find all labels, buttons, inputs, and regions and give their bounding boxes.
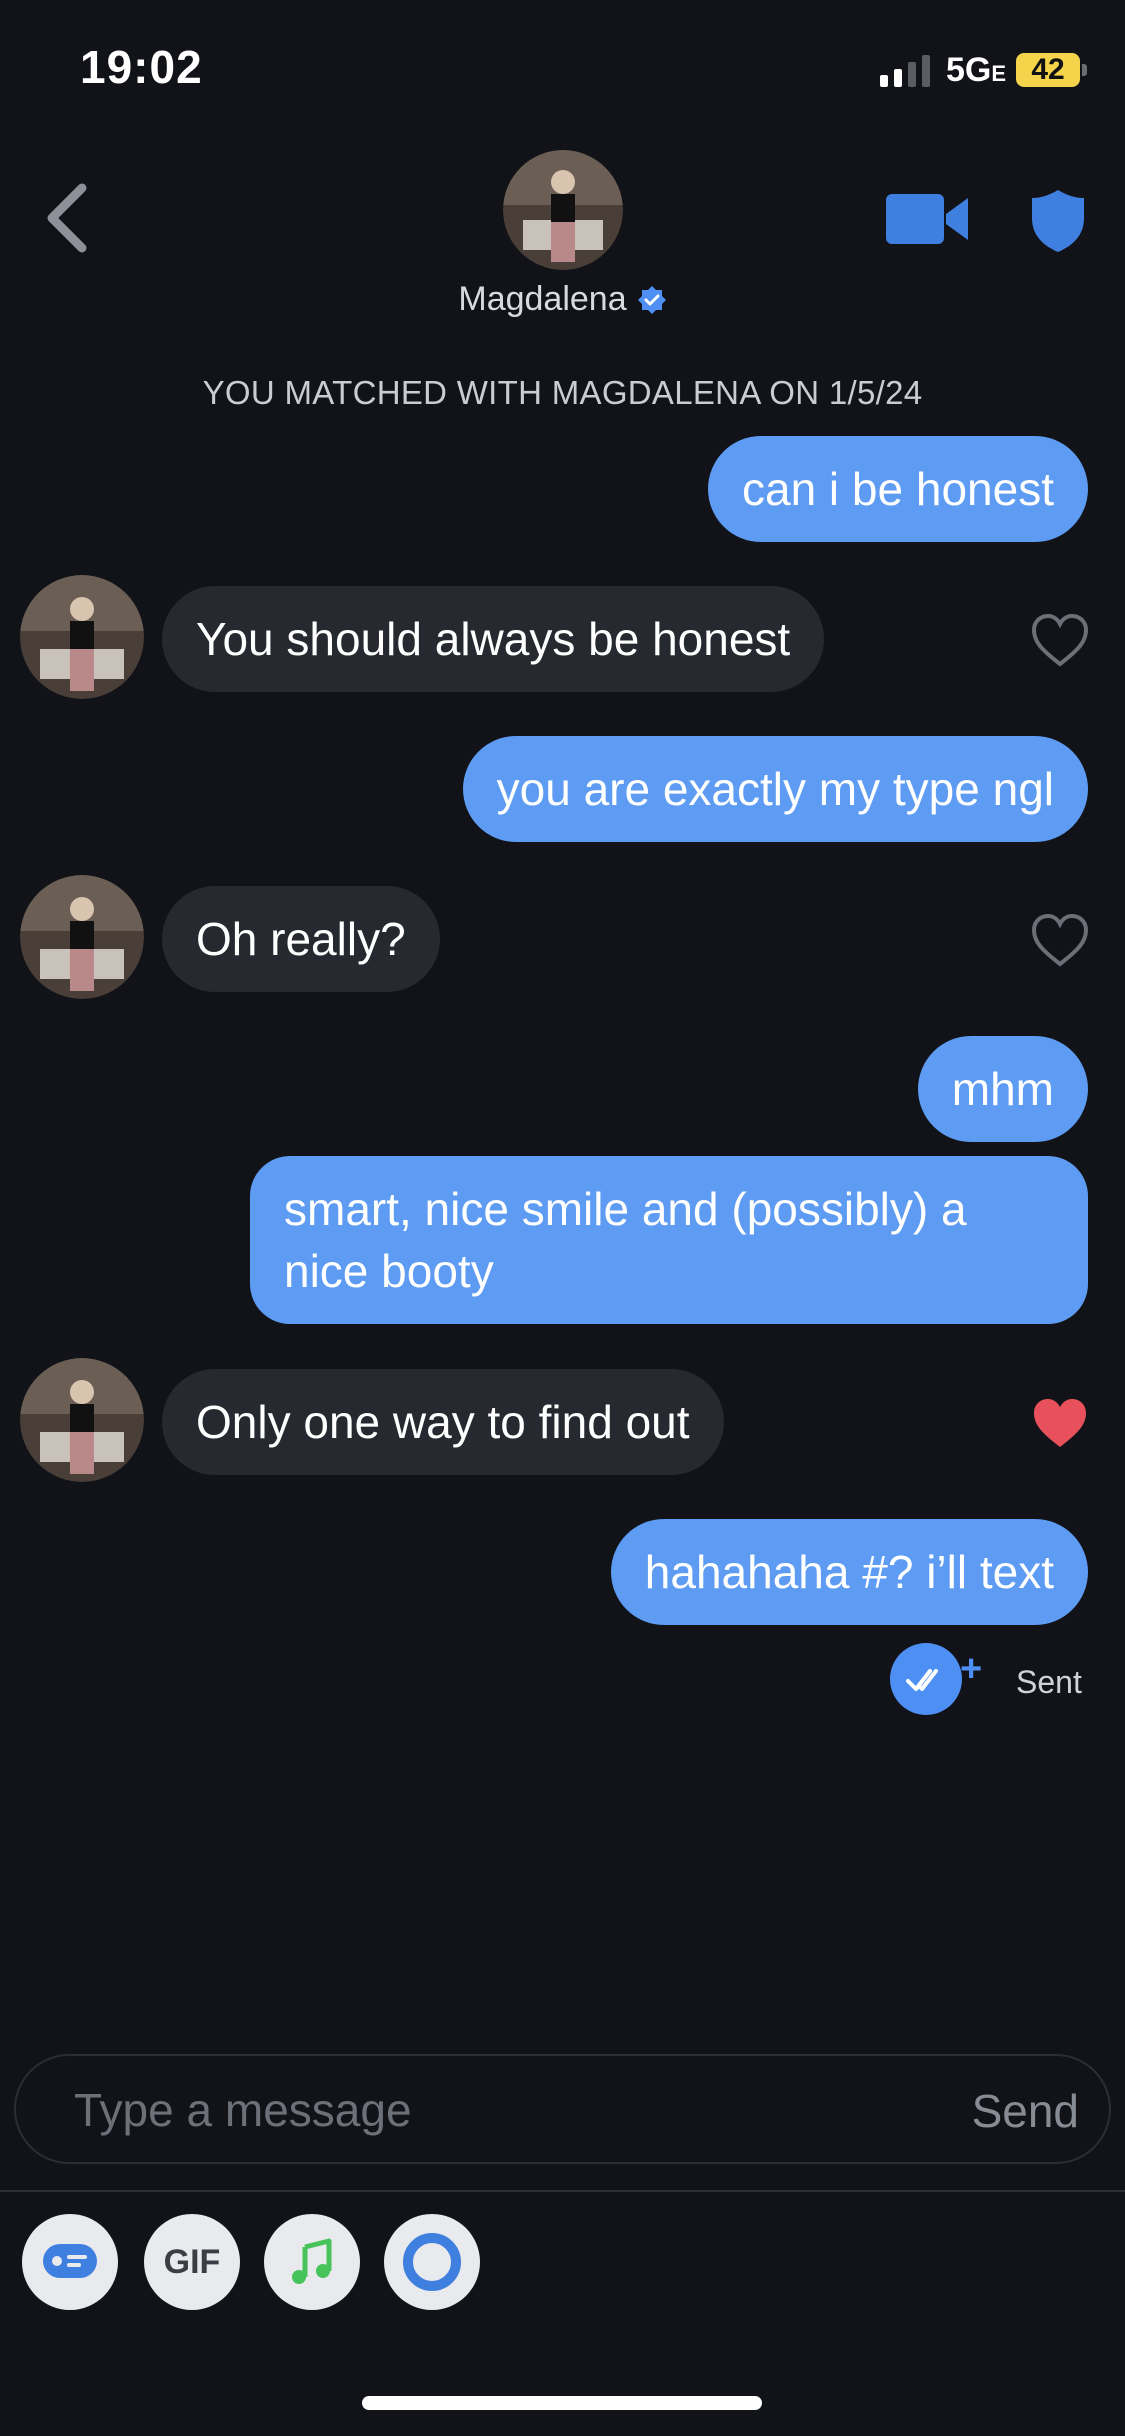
verified-badge-icon [637,285,666,314]
send-button[interactable]: Send [972,2084,1079,2138]
status-indicators: 5GE 42 [879,48,1087,92]
battery-level: 42 [1031,53,1065,86]
battery-icon: 42 [1016,53,1087,87]
gif-button[interactable]: GIF [144,2214,240,2310]
message-incoming[interactable]: Only one way to find out [162,1369,724,1475]
message-line: smart, nice smile and (possibly) a [284,1183,967,1235]
chat-card-icon [43,2244,97,2278]
message-outgoing[interactable]: hahahaha #? i’ll text [610,1519,1088,1625]
message-line: nice booty [284,1245,494,1297]
network-type: 5GE [945,50,1006,89]
shield-safety-icon[interactable] [1030,188,1086,254]
music-note-icon [292,2238,332,2284]
match-avatar[interactable] [503,150,623,270]
message-outgoing[interactable]: you are exactly my type ngl [462,736,1088,842]
back-chevron-icon[interactable] [40,178,100,258]
quick-reply-button[interactable] [22,2214,118,2310]
plus-icon[interactable]: + [960,1648,982,1691]
message-input[interactable] [72,2056,896,2164]
match-avatar-small[interactable] [20,575,144,699]
match-name-row[interactable]: Magdalena [0,280,1125,319]
heart-outline-icon[interactable] [1030,912,1090,968]
status-time: 19:02 [80,41,203,93]
message-outgoing[interactable]: can i be honest [707,436,1088,542]
message-incoming[interactable]: You should always be honest [162,586,825,692]
divider [0,2190,1125,2192]
sent-status: Sent [1016,1664,1082,1700]
read-receipt-icon [890,1643,962,1715]
signal-icon [879,53,930,87]
sticker-button[interactable] [384,2214,480,2310]
gif-label: GIF [163,2242,221,2281]
music-button[interactable] [264,2214,360,2310]
message-incoming[interactable]: Oh really? [162,886,440,992]
heart-filled-icon[interactable] [1030,1395,1090,1451]
video-call-icon[interactable] [886,190,968,248]
match-avatar-small[interactable] [20,875,144,999]
home-indicator [362,2396,762,2410]
heart-outline-icon[interactable] [1030,612,1090,668]
message-composer: Send [14,2054,1111,2164]
match-date-note: YOU MATCHED WITH MAGDALENA ON 1/5/24 [202,374,923,411]
message-outgoing[interactable]: mhm [917,1036,1088,1142]
message-outgoing-multiline[interactable]: smart, nice smile and (possibly) a nice … [250,1156,1088,1324]
ring-icon [403,2233,461,2291]
match-avatar-small[interactable] [20,1358,144,1482]
match-name: Magdalena [458,280,627,318]
